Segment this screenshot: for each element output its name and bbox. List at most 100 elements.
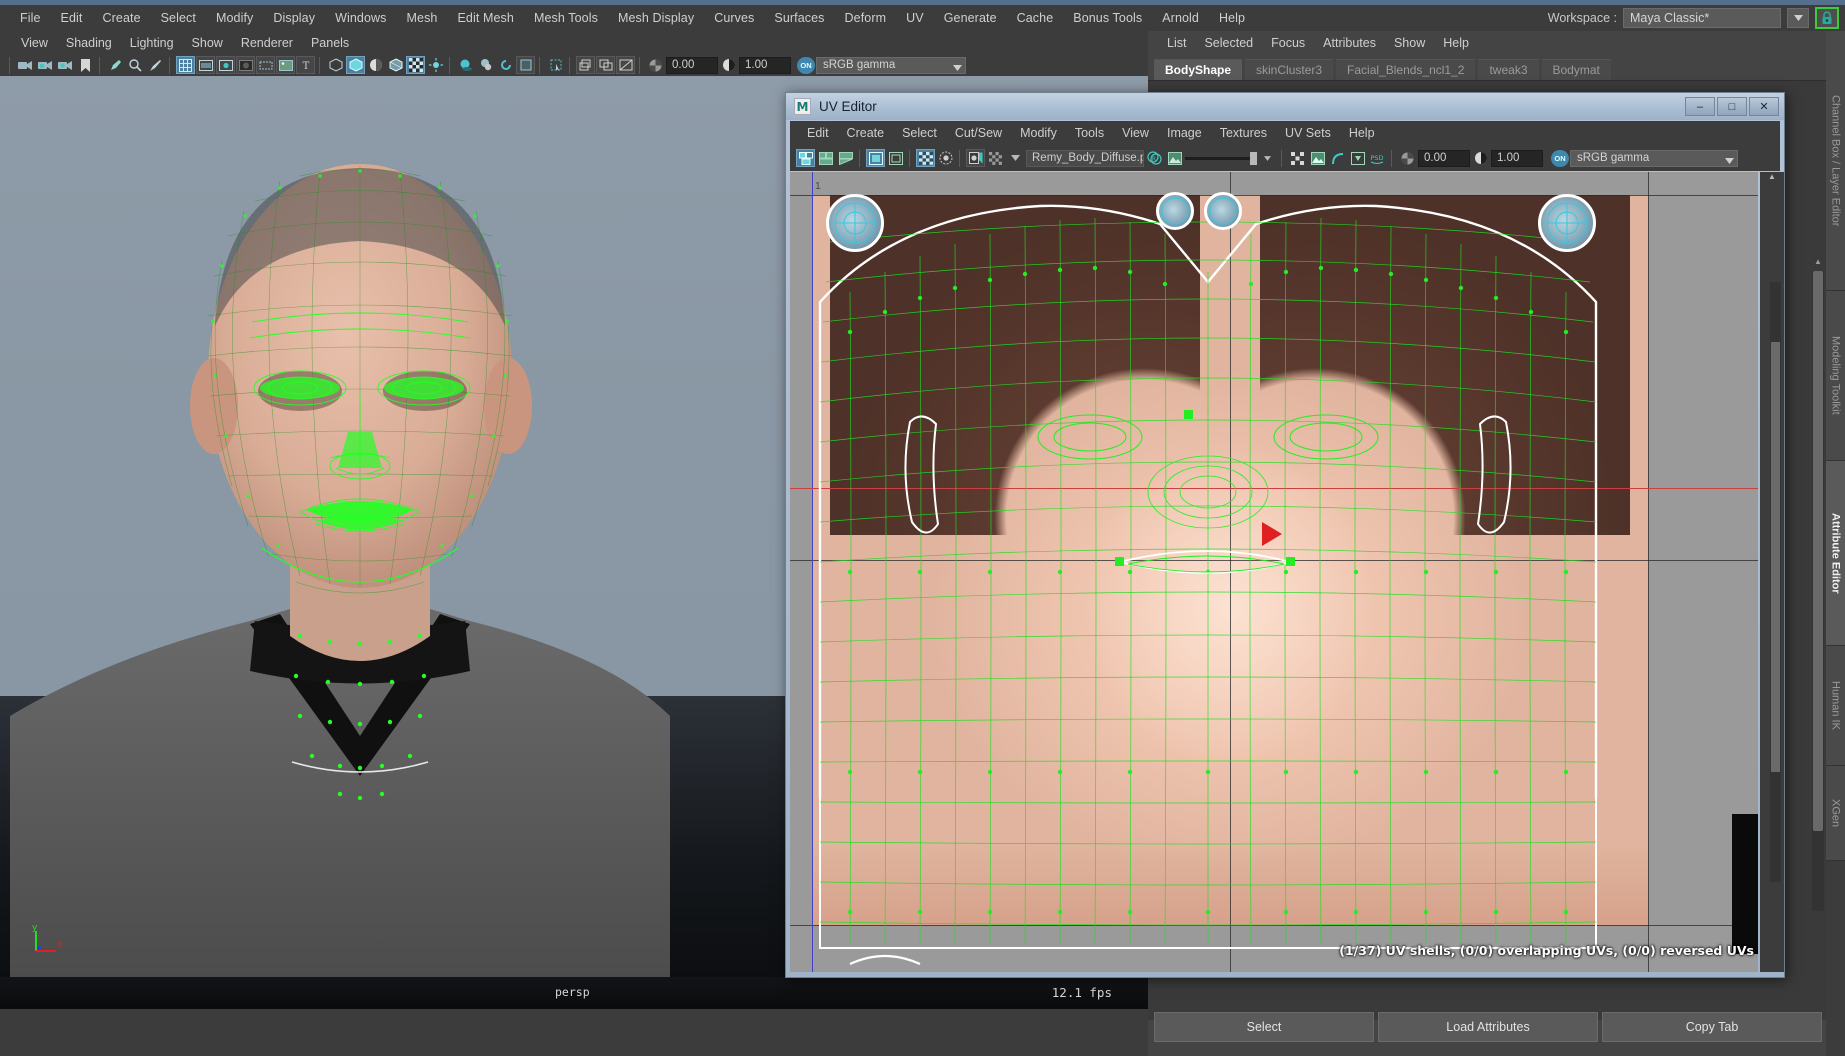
menu-item-deform[interactable]: Deform bbox=[835, 8, 897, 28]
uv-shell-icon[interactable] bbox=[816, 149, 835, 167]
menu-item-mesh-display[interactable]: Mesh Display bbox=[608, 8, 704, 28]
uv-grid-icon[interactable] bbox=[886, 149, 905, 167]
exposure-value[interactable]: 0.00 bbox=[666, 56, 718, 74]
nurbs-icon[interactable] bbox=[576, 56, 595, 74]
lighting-icon[interactable] bbox=[426, 56, 445, 74]
maximize-button[interactable]: □ bbox=[1717, 97, 1747, 116]
menu-item-generate[interactable]: Generate bbox=[934, 8, 1007, 28]
menu-item-show[interactable]: Show bbox=[1385, 34, 1434, 52]
menu-item-view[interactable]: View bbox=[12, 34, 57, 52]
uv-colorspace-combo[interactable]: sRGB gamma bbox=[1570, 149, 1738, 167]
uv-editor-window[interactable]: M UV Editor – □ ✕ Edit Create Select Cut/Sew M… bbox=[785, 92, 1785, 978]
grid-icon[interactable] bbox=[176, 56, 195, 74]
ao-icon[interactable] bbox=[476, 56, 495, 74]
xray-icon[interactable] bbox=[516, 56, 535, 74]
surface-icon[interactable] bbox=[596, 56, 615, 74]
workspace-selector[interactable]: Workspace : Maya Classic* bbox=[1548, 7, 1839, 29]
render-icon[interactable] bbox=[616, 56, 635, 74]
menu-item-surfaces[interactable]: Surfaces bbox=[764, 8, 834, 28]
uv-scrollbar-thumb[interactable] bbox=[1771, 342, 1780, 772]
workspace-combo[interactable]: Maya Classic* bbox=[1623, 8, 1781, 28]
menu-item-mesh-tools[interactable]: Mesh Tools bbox=[524, 8, 608, 28]
colorspace-combo[interactable]: sRGB gamma bbox=[816, 56, 966, 74]
dock-tab-xgen[interactable]: XGen bbox=[1826, 766, 1845, 861]
attribute-tab-skincluster3[interactable]: skinCluster3 bbox=[1245, 59, 1334, 80]
chevron-down-icon[interactable] bbox=[1258, 149, 1277, 167]
gamma-icon[interactable] bbox=[719, 56, 738, 74]
texture-icon[interactable] bbox=[276, 56, 295, 74]
attribute-tab-facial-blends-ncl1-2[interactable]: Facial_Blends_ncl1_2 bbox=[1336, 59, 1476, 80]
menu-item-renderer[interactable]: Renderer bbox=[232, 34, 302, 52]
attribute-tab-bodyshape[interactable]: BodyShape bbox=[1154, 59, 1243, 80]
menu-item-create[interactable]: Create bbox=[838, 124, 894, 142]
uv-isolate-icon[interactable] bbox=[1348, 149, 1367, 167]
dock-tab-channel-box-layer-editor[interactable]: Channel Box / Layer Editor bbox=[1826, 31, 1845, 291]
menu-item-view[interactable]: View bbox=[1113, 124, 1158, 142]
film-gate-icon[interactable] bbox=[196, 56, 215, 74]
uv-checker-icon[interactable] bbox=[916, 149, 935, 167]
chevron-down-icon[interactable] bbox=[1787, 8, 1809, 28]
menu-item-create[interactable]: Create bbox=[93, 8, 151, 28]
uv-exposure-value[interactable]: 0.00 bbox=[1418, 149, 1470, 167]
smooth-shade-icon[interactable] bbox=[346, 56, 365, 74]
uv-layout-icon[interactable] bbox=[796, 149, 815, 167]
menu-item-file[interactable]: File bbox=[10, 8, 51, 28]
chevron-down-icon[interactable] bbox=[953, 62, 962, 74]
scroll-up-icon[interactable]: ▲ bbox=[1813, 257, 1823, 269]
menu-item-arnold[interactable]: Arnold bbox=[1152, 8, 1209, 28]
motion-blur-icon[interactable] bbox=[496, 56, 515, 74]
menu-item-help[interactable]: Help bbox=[1340, 124, 1384, 142]
menu-item-list[interactable]: List bbox=[1158, 34, 1195, 52]
menu-item-tools[interactable]: Tools bbox=[1066, 124, 1113, 142]
rgb-channel-icon[interactable]: R bbox=[1145, 149, 1164, 167]
menu-item-edit-mesh[interactable]: Edit Mesh bbox=[447, 8, 523, 28]
uv-canvas-scrollbar[interactable] bbox=[1770, 282, 1781, 882]
close-button[interactable]: ✕ bbox=[1749, 97, 1779, 116]
menu-item-select[interactable]: Select bbox=[893, 124, 946, 142]
chevron-down-icon[interactable] bbox=[1725, 155, 1734, 167]
menu-item-textures[interactable]: Textures bbox=[1211, 124, 1276, 142]
uv-canvas[interactable]: 1 (1/37) UV shells, (0/0) overlapping UV… bbox=[790, 172, 1758, 972]
resolution-gate-icon[interactable] bbox=[216, 56, 235, 74]
minimize-button[interactable]: – bbox=[1685, 97, 1715, 116]
color-management-toggle[interactable]: ON bbox=[797, 56, 815, 74]
uv-texture-border-icon[interactable] bbox=[1308, 149, 1327, 167]
menu-item-cache[interactable]: Cache bbox=[1007, 8, 1064, 28]
paint-icon[interactable] bbox=[146, 56, 165, 74]
uv-editor-title-bar[interactable]: M UV Editor – □ ✕ bbox=[786, 93, 1784, 120]
texture-name-field[interactable]: Remy_Body_Diffuse.p bbox=[1026, 149, 1144, 167]
menu-item-focus[interactable]: Focus bbox=[1262, 34, 1314, 52]
uv-scroll-up-icon[interactable]: ▲ bbox=[1760, 172, 1784, 185]
menu-item-mesh[interactable]: Mesh bbox=[397, 8, 448, 28]
camera-attributes-icon[interactable] bbox=[56, 56, 75, 74]
image-dim-slider[interactable] bbox=[1185, 150, 1257, 167]
alpha-channel-icon[interactable] bbox=[1165, 149, 1184, 167]
move-manipulator-arrow[interactable] bbox=[1262, 522, 1282, 546]
menu-item-uv-sets[interactable]: UV Sets bbox=[1276, 124, 1340, 142]
scrollbar-thumb[interactable] bbox=[1813, 271, 1823, 831]
psd-icon[interactable]: PSD bbox=[1368, 149, 1387, 167]
menu-item-select[interactable]: Select bbox=[151, 8, 206, 28]
menu-item-bonus-tools[interactable]: Bonus Tools bbox=[1063, 8, 1152, 28]
uv-snapshot-icon[interactable] bbox=[966, 149, 985, 167]
menu-item-attributes[interactable]: Attributes bbox=[1314, 34, 1385, 52]
menu-item-modify[interactable]: Modify bbox=[206, 8, 263, 28]
uv-border-icon[interactable] bbox=[866, 149, 885, 167]
exposure-icon[interactable] bbox=[1398, 149, 1417, 167]
menu-item-panels[interactable]: Panels bbox=[302, 34, 358, 52]
isolate-select-icon[interactable] bbox=[546, 56, 565, 74]
grease-pencil-icon[interactable] bbox=[106, 56, 125, 74]
menu-item-modify[interactable]: Modify bbox=[1011, 124, 1066, 142]
select-button[interactable]: Select bbox=[1154, 1012, 1374, 1042]
gate-mask-icon[interactable] bbox=[236, 56, 255, 74]
dock-tab-modeling-toolkit[interactable]: Modeling Toolkit bbox=[1826, 291, 1845, 461]
menu-item-edit[interactable]: Edit bbox=[51, 8, 93, 28]
uv-smooth-icon[interactable] bbox=[1328, 149, 1347, 167]
wireframe-icon[interactable] bbox=[326, 56, 345, 74]
shadow-icon[interactable] bbox=[456, 56, 475, 74]
lock-icon[interactable] bbox=[1815, 7, 1839, 29]
uv-face-icon[interactable] bbox=[836, 149, 855, 167]
uv-dim-icon[interactable] bbox=[936, 149, 955, 167]
gamma-icon[interactable] bbox=[1471, 149, 1490, 167]
chevron-down-icon[interactable] bbox=[1006, 149, 1025, 167]
